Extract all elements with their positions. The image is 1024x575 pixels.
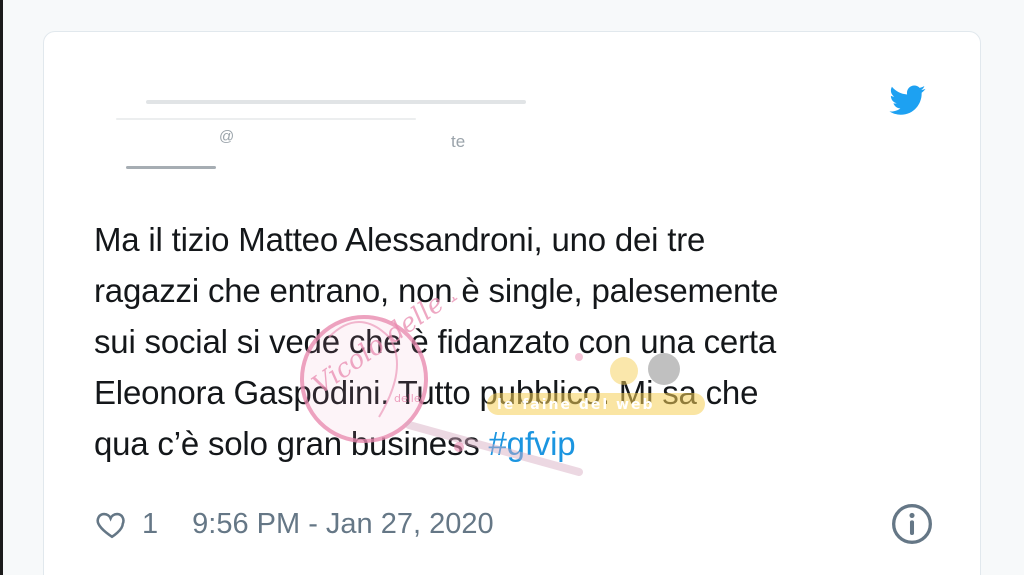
screenshot-page: @ te Ma il tizio Matteo Alessandroni, un… — [0, 0, 1024, 575]
tweet-text-line: sui social si vede che è fidanzato con u… — [94, 323, 776, 360]
twitter-bird-icon[interactable] — [888, 82, 928, 118]
heart-icon[interactable] — [94, 507, 130, 541]
redaction-streak — [146, 100, 526, 104]
window-edge — [0, 0, 3, 575]
like-count: 1 — [142, 507, 159, 540]
tweet-text-line: Eleonora Gaspodini. Tutto pubblico. Mi s… — [94, 374, 759, 411]
author-handle-fragment[interactable]: @ — [219, 128, 234, 145]
tweet-text-line: qua c’è solo gran business — [94, 425, 489, 462]
tweet-text: Ma il tizio Matteo Alessandroni, uno dei… — [94, 214, 924, 469]
redacted-author-area: @ te — [56, 80, 526, 195]
hashtag-link[interactable]: #gfvip — [489, 425, 576, 462]
tweet-card[interactable]: @ te Ma il tizio Matteo Alessandroni, un… — [43, 31, 981, 575]
tweet-text-line: Ma il tizio Matteo Alessandroni, uno dei… — [94, 221, 706, 258]
tweet-footer: 1 9:56 PM - Jan 27, 2020 — [94, 502, 934, 546]
tweet-timestamp[interactable]: 9:56 PM - Jan 27, 2020 — [192, 508, 493, 541]
redaction-streak — [126, 166, 216, 169]
author-handle-tail: te — [451, 132, 466, 151]
tweet-header: @ te — [44, 32, 980, 202]
tweet-text-line: ragazzi che entrano, non è single, pales… — [94, 272, 779, 309]
tweet-text-line-last: qua c’è solo gran business #gfvip — [94, 418, 924, 469]
redaction-streak — [116, 118, 416, 120]
info-icon[interactable] — [890, 502, 934, 546]
